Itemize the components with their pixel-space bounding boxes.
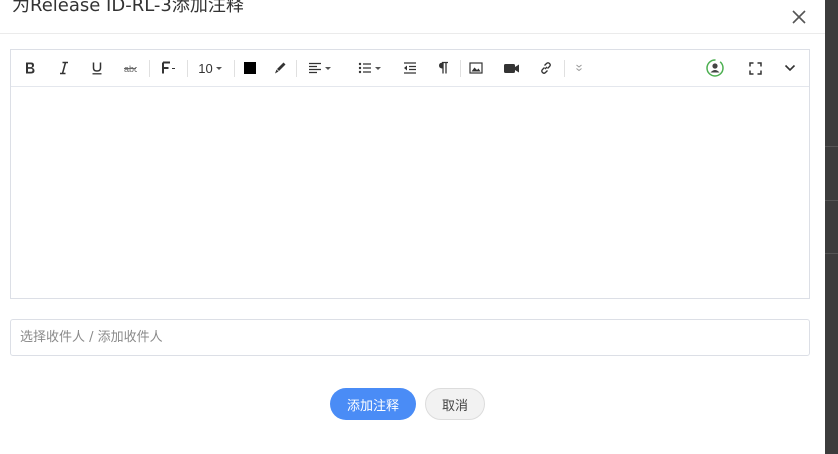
chevron-down-icon[interactable] [781, 56, 799, 80]
italic-icon[interactable] [55, 56, 73, 80]
toolbar-separator [187, 60, 188, 77]
underline-icon[interactable] [88, 56, 106, 80]
toolbar-separator [296, 60, 297, 77]
outdent-icon[interactable] [401, 56, 419, 80]
cancel-button[interactable]: 取消 [425, 388, 485, 420]
image-icon[interactable] [467, 56, 485, 80]
video-icon[interactable] [501, 56, 521, 80]
font-size-dropdown[interactable]: 10 [195, 56, 225, 80]
chevron-down-icon [324, 66, 331, 70]
dialog-title: 为Release ID-RL-3添加注释 [12, 0, 244, 16]
toolbar-separator [460, 60, 461, 77]
font-color-icon[interactable] [241, 56, 259, 80]
link-icon[interactable] [537, 56, 555, 80]
toolbar-separator [234, 60, 235, 77]
add-annotation-dialog: 为Release ID-RL-3添加注释 abc 10 选择收件人 / 添加收件… [0, 0, 825, 454]
rich-text-editor: abc 10 [10, 49, 810, 299]
paragraph-icon[interactable] [434, 56, 452, 80]
highlight-brush-icon[interactable] [271, 56, 289, 80]
header-divider [0, 33, 825, 34]
editor-toolbar: abc 10 [11, 50, 809, 87]
editor-content-area[interactable] [11, 88, 809, 298]
close-icon[interactable] [787, 5, 811, 29]
toolbar-separator [149, 60, 150, 77]
background-divider [825, 253, 838, 254]
recipient-input[interactable] [10, 319, 810, 356]
user-mention-icon[interactable] [704, 56, 726, 80]
add-annotation-button[interactable]: 添加注释 [330, 388, 416, 420]
align-left-icon[interactable] [304, 56, 334, 80]
background-overlay [825, 0, 838, 454]
toolbar-separator [564, 60, 565, 77]
bullet-list-icon[interactable] [354, 56, 384, 80]
fullscreen-icon[interactable] [746, 56, 764, 80]
strikethrough-icon[interactable]: abc [121, 56, 139, 80]
double-chevron-down-icon[interactable] [570, 56, 588, 80]
bold-icon[interactable] [21, 56, 39, 80]
background-divider [825, 200, 838, 201]
chevron-down-icon [215, 66, 222, 70]
font-family-icon[interactable] [159, 56, 177, 80]
font-size-value: 10 [198, 60, 213, 76]
background-divider [825, 146, 838, 147]
chevron-down-icon [374, 66, 381, 70]
